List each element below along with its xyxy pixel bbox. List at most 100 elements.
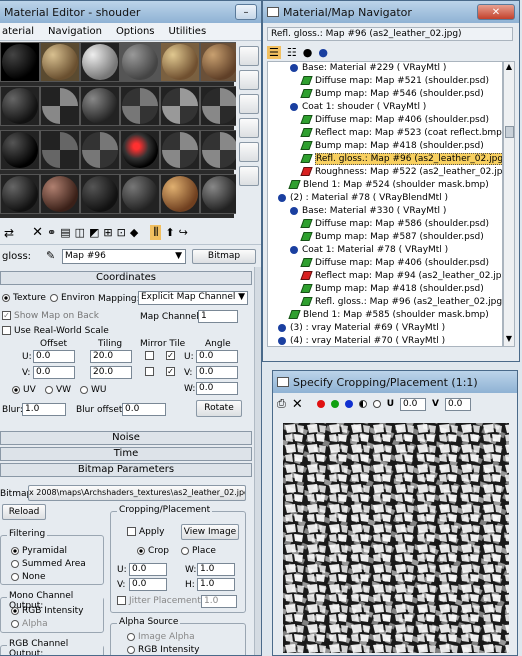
tree-item[interactable]: Coat 1: Material #78 ( VRayMtl ): [290, 244, 448, 257]
print-icon[interactable]: ⎙: [277, 397, 286, 411]
sample-slot[interactable]: [80, 42, 120, 82]
angle-v-input[interactable]: 0.0: [196, 366, 238, 379]
tree-item[interactable]: (2) : Material #78 ( VRayBlendMtl ): [278, 192, 448, 205]
tree-item[interactable]: Reflect map: Map #94 (as2_leather_02.jpg…: [300, 270, 502, 283]
menu-navigation[interactable]: Navigation: [48, 26, 102, 37]
angle-w-input[interactable]: 0.0: [196, 382, 238, 395]
tree-item[interactable]: Diffuse map: Map #521 (shoulder.psd): [300, 75, 489, 88]
map-name-dropdown[interactable]: Map #96 ▼: [62, 249, 186, 264]
sample-slot[interactable]: [40, 86, 80, 126]
real-world-scale-checkbox[interactable]: Use Real-World Scale: [2, 326, 109, 336]
menu-material[interactable]: aterial: [2, 26, 34, 37]
view-image-button[interactable]: View Image: [181, 524, 239, 540]
noise-rollout-header[interactable]: Noise: [0, 431, 252, 445]
green-channel-icon[interactable]: [330, 400, 339, 408]
sample-slot[interactable]: [120, 86, 160, 126]
show-end-result-icon[interactable]: ⊞: [103, 226, 112, 239]
blur-input[interactable]: 1.0: [22, 403, 66, 416]
sample-slot[interactable]: [120, 174, 160, 214]
sample-slot[interactable]: [200, 42, 240, 82]
sample-slot[interactable]: [0, 130, 40, 170]
crop-radio[interactable]: Crop: [137, 546, 169, 556]
image-alpha-radio[interactable]: Image Alpha: [127, 632, 195, 642]
view-list-thumbs-icon[interactable]: ☷: [287, 46, 297, 59]
sample-slot[interactable]: [160, 86, 200, 126]
map-type-button[interactable]: Bitmap: [192, 249, 256, 264]
map-channel-spinner[interactable]: 1: [198, 310, 238, 323]
red-channel-icon[interactable]: [316, 400, 325, 408]
sample-slot[interactable]: [160, 174, 200, 214]
tree-item[interactable]: Base: Material #229 ( VRayMtl ): [290, 62, 446, 75]
time-rollout-header[interactable]: Time: [0, 447, 252, 461]
sample-slot[interactable]: [200, 174, 240, 214]
pick-material-icon[interactable]: ⫴: [150, 225, 162, 240]
sample-slot[interactable]: [80, 130, 120, 170]
tree-item[interactable]: (4) : vray Material #70 ( VRayMtl ): [278, 335, 445, 346]
sample-slot[interactable]: [40, 130, 80, 170]
material-editor-titlebar[interactable]: Material Editor - shouder –: [0, 1, 261, 23]
material-effects-icon[interactable]: ◫: [75, 226, 85, 239]
crop-w-input[interactable]: 1.0: [197, 563, 235, 576]
tile-v-checkbox[interactable]: ✓: [166, 367, 178, 377]
get-material-icon[interactable]: ⇄: [4, 226, 14, 240]
tiling-u-input[interactable]: 20.0: [90, 350, 132, 363]
tile-u-checkbox[interactable]: ✓: [166, 351, 178, 361]
crop-h-input[interactable]: 1.0: [197, 578, 235, 591]
mapping-dropdown[interactable]: Explicit Map Channel ▼: [138, 291, 248, 305]
sample-slot[interactable]: [80, 174, 120, 214]
environ-radio[interactable]: Environ: [50, 293, 95, 303]
sample-slot[interactable]: [80, 86, 120, 126]
minimize-button[interactable]: –: [235, 4, 257, 20]
go-forward-icon[interactable]: ◆: [130, 226, 138, 239]
tree-item[interactable]: Diffuse map: Map #406 (shoulder.psd): [300, 114, 489, 127]
blue-channel-icon[interactable]: [344, 400, 353, 408]
coordinates-rollout-header[interactable]: Coordinates: [0, 271, 252, 285]
sample-slot[interactable]: [120, 42, 160, 82]
vw-radio[interactable]: VW: [45, 385, 71, 395]
view-list-icon[interactable]: ☰: [267, 45, 281, 59]
tree-item[interactable]: Refl. gloss.: Map #96 (as2_leather_02.jp…: [300, 153, 502, 166]
menu-options[interactable]: Options: [116, 26, 155, 37]
tree-item[interactable]: Blend 1: Map #585 (shoulder mask.bmp): [288, 309, 489, 322]
eyedropper-icon[interactable]: ✎: [46, 249, 55, 262]
v-field[interactable]: 0.0: [445, 397, 471, 411]
scroll-thumb[interactable]: [505, 126, 514, 138]
scroll-down-arrow-icon[interactable]: ▼: [504, 334, 514, 346]
u-field[interactable]: 0.0: [400, 397, 427, 411]
rotate-button[interactable]: Rotate: [196, 400, 242, 417]
texture-radio[interactable]: Texture: [2, 293, 46, 303]
sample-slot[interactable]: [40, 174, 80, 214]
sample-slot[interactable]: [200, 130, 240, 170]
close-button[interactable]: ✕: [477, 4, 515, 20]
tree-item[interactable]: Bump map: Map #546 (shoulder.psd): [300, 88, 484, 101]
tree-item[interactable]: Blend 1: Map #524 (shoulder mask.bmp): [288, 179, 489, 192]
tree-item[interactable]: Base: Material #330 ( VRayMtl ): [290, 205, 446, 218]
scroll-up-arrow-icon[interactable]: ▲: [504, 62, 514, 74]
mono-icon[interactable]: [358, 400, 367, 408]
alpha-channel-icon[interactable]: [372, 400, 381, 408]
uv-radio[interactable]: UV: [12, 385, 36, 395]
apply-checkbox[interactable]: Apply: [127, 527, 164, 537]
video-check-button[interactable]: [239, 142, 259, 162]
sample-slot[interactable]: [0, 174, 40, 214]
put-to-library-icon[interactable]: ▤: [60, 226, 70, 239]
sample-type-button[interactable]: [239, 46, 259, 66]
alpha-radio[interactable]: Alpha: [11, 619, 48, 629]
reload-button[interactable]: Reload: [2, 504, 46, 520]
tiling-v-input[interactable]: 20.0: [90, 366, 132, 379]
bitmap-path-button[interactable]: x 2008\maps\Archshaders_textures\as2_lea…: [28, 485, 246, 501]
cropping-titlebar[interactable]: Specify Cropping/Placement (1:1): [273, 371, 517, 393]
sample-slot[interactable]: [0, 86, 40, 126]
navigator-scrollbar[interactable]: ▲ ▼: [503, 61, 515, 347]
place-radio[interactable]: Place: [181, 546, 216, 556]
background-button[interactable]: [239, 94, 259, 114]
close-icon[interactable]: ✕: [292, 397, 303, 412]
none-radio[interactable]: None: [11, 572, 45, 582]
tree-item[interactable]: Bump map: Map #418 (shoulder.psd): [300, 140, 484, 153]
show-map-icon[interactable]: ◩: [89, 226, 99, 239]
tree-item[interactable]: Refl. gloss.: Map #96 (as2_leather_02.jp…: [300, 296, 502, 309]
sample-slot[interactable]: [160, 42, 200, 82]
tree-item[interactable]: Bump map: Map #587 (shoulder.psd): [300, 231, 484, 244]
sample-slot[interactable]: [120, 130, 160, 170]
tree-item[interactable]: Bump map: Map #418 (shoulder.psd): [300, 283, 484, 296]
